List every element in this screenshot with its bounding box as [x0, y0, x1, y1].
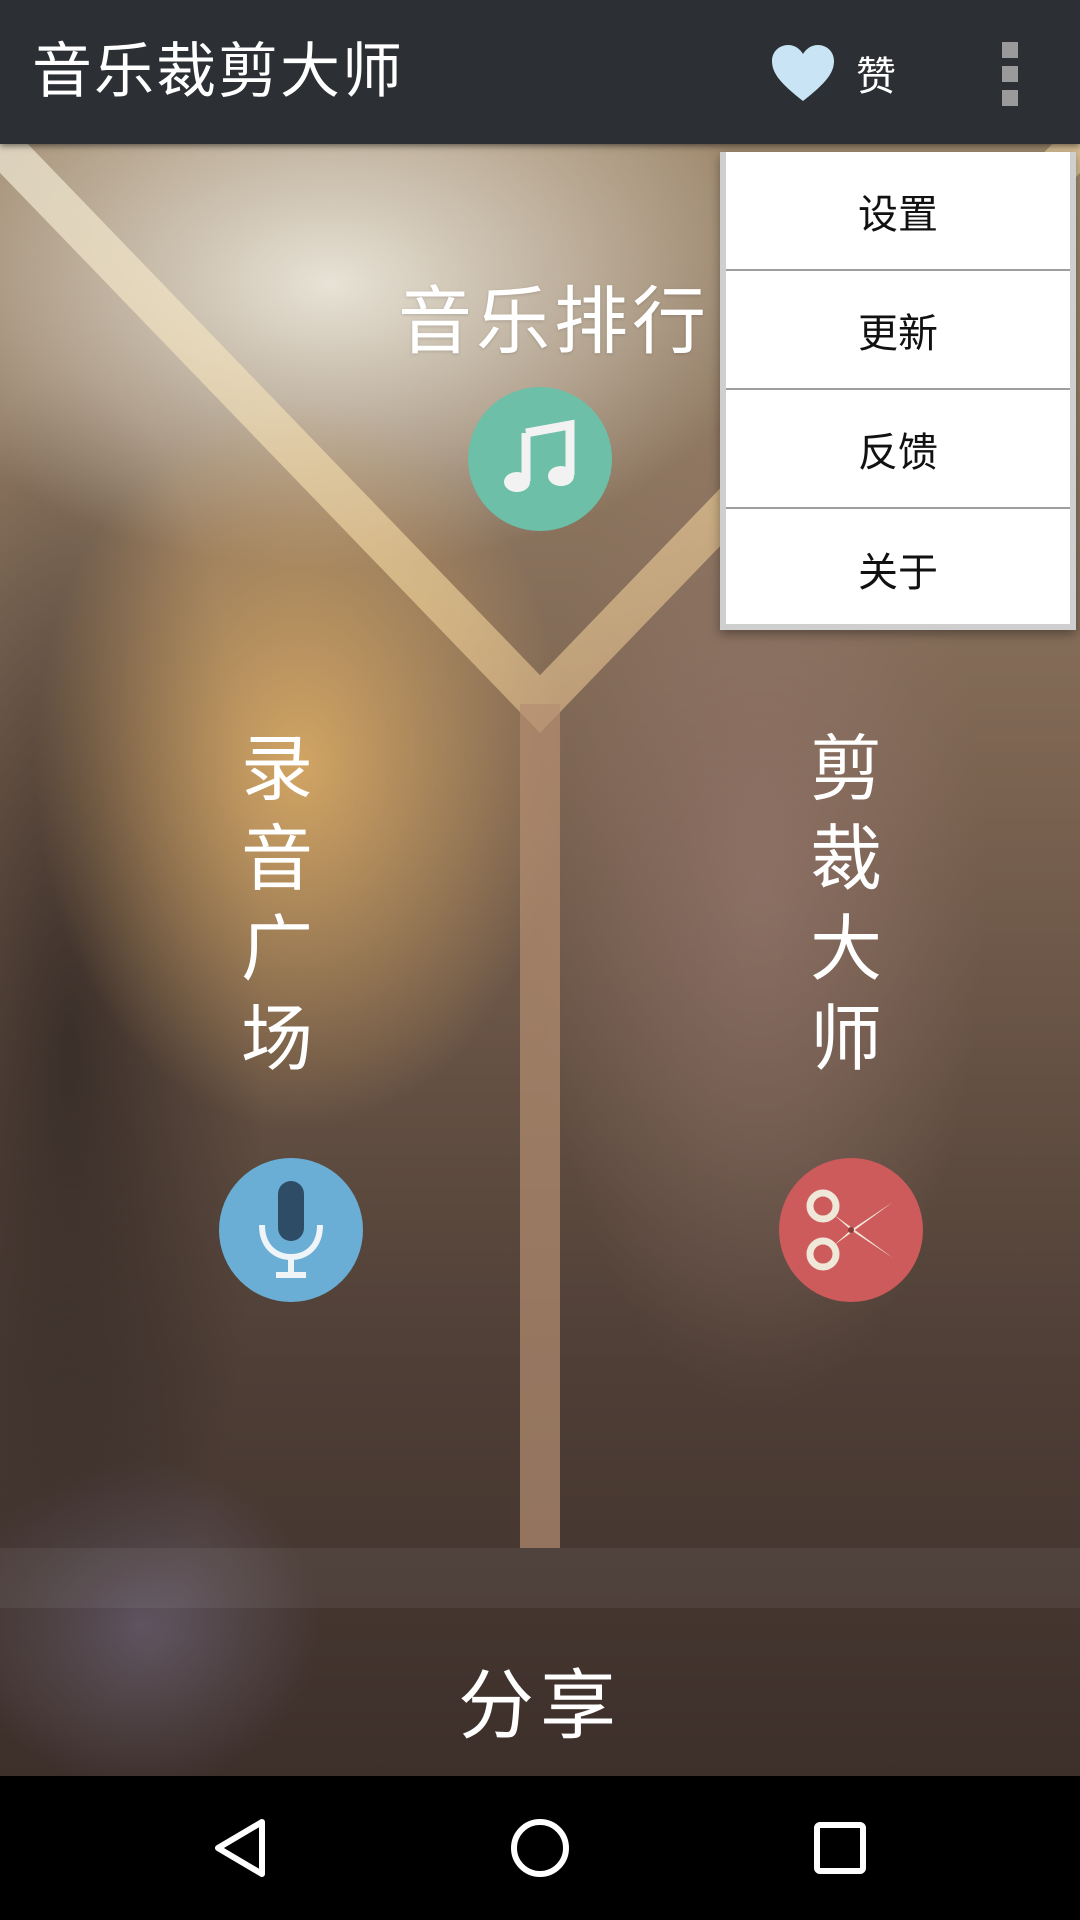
- microphone-icon: [259, 1181, 323, 1278]
- like-label: 赞: [856, 54, 896, 100]
- recents-button[interactable]: [790, 1798, 890, 1898]
- music-note-icon: [504, 419, 575, 492]
- home-circle-icon: [511, 1819, 569, 1877]
- scissors-icon: [806, 1189, 893, 1271]
- home-button[interactable]: [490, 1798, 590, 1898]
- navigation-bar: [0, 1776, 1080, 1920]
- cutter-button[interactable]: [779, 1158, 923, 1302]
- share-divider: [0, 1548, 1080, 1608]
- menu-item-update[interactable]: 更新: [726, 271, 1070, 390]
- menu-item-feedback[interactable]: 反馈: [726, 390, 1070, 509]
- back-triangle-icon: [215, 1819, 265, 1877]
- app-title: 音乐裁剪大师: [32, 37, 404, 107]
- recording-title[interactable]: 录音广场: [232, 724, 322, 1084]
- more-vert-icon[interactable]: [980, 34, 1040, 114]
- overflow-menu: 设置 更新 反馈 关于: [720, 152, 1076, 630]
- cutter-title[interactable]: 剪裁大师: [801, 724, 891, 1084]
- app-bar: 音乐裁剪大师 赞: [0, 0, 1080, 144]
- menu-item-settings[interactable]: 设置: [726, 152, 1070, 271]
- recording-button[interactable]: [219, 1158, 363, 1302]
- back-button[interactable]: [190, 1798, 290, 1898]
- like-button[interactable]: 赞: [770, 28, 920, 118]
- menu-item-about[interactable]: 关于: [726, 509, 1070, 628]
- share-button[interactable]: 分享: [0, 1644, 1080, 1754]
- recents-square-icon: [814, 1822, 866, 1874]
- ranking-button[interactable]: [468, 387, 612, 531]
- heart-icon: [772, 45, 834, 101]
- ranking-title[interactable]: 音乐排行: [398, 262, 710, 369]
